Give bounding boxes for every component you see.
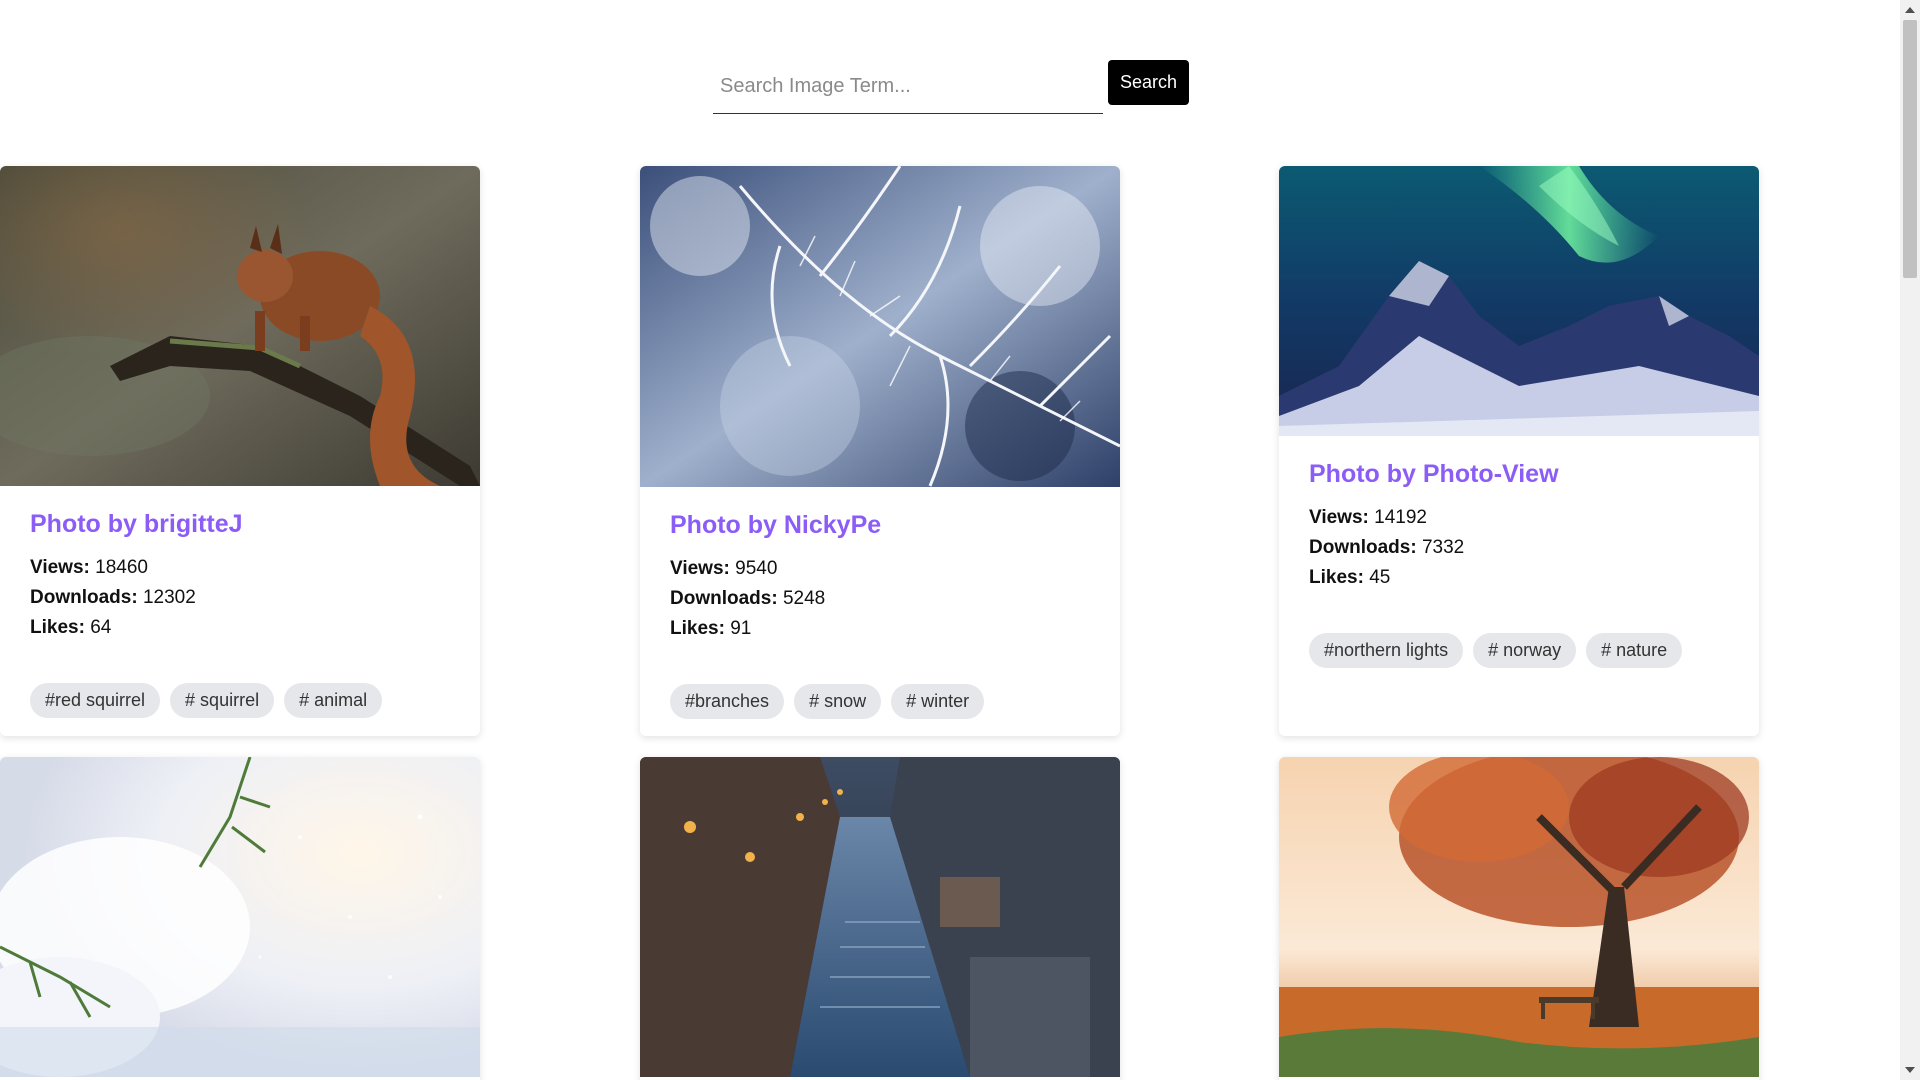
image-card <box>0 757 480 1080</box>
tag[interactable]: #northern lights <box>1309 633 1464 668</box>
photo-title[interactable]: Photo by NickyPe <box>670 511 1090 540</box>
downloads-label: Downloads: <box>30 587 138 608</box>
image-card: Photo by Photo-View Views: 14192 Downloa… <box>1279 166 1759 736</box>
tag-list: #branches # snow # winter <box>670 684 1090 719</box>
downloads-label: Downloads: <box>670 588 778 609</box>
likes-value: 45 <box>1369 567 1391 588</box>
image-card <box>1279 757 1759 1080</box>
card-photo[interactable] <box>640 757 1120 1077</box>
likes-label: Likes: <box>30 617 85 638</box>
likes-label: Likes: <box>1309 567 1364 588</box>
views-value: 9540 <box>735 558 778 579</box>
downloads-value: 7332 <box>1421 537 1465 558</box>
views-label: Views: <box>670 558 730 579</box>
image-card: Photo by brigitteJ Views: 18460 Download… <box>0 166 480 736</box>
scroll-up-arrow-icon[interactable] <box>1900 2 1920 18</box>
photo-title[interactable]: Photo by Photo-View <box>1309 460 1729 489</box>
downloads-stat: Downloads: 5248 <box>670 584 1090 614</box>
rainy-street-photo <box>640 757 1120 1077</box>
image-card: Photo by NickyPe Views: 9540 Downloads: … <box>640 166 1120 736</box>
likes-label: Likes: <box>670 618 725 639</box>
card-photo[interactable] <box>0 166 480 486</box>
views-stat: Views: 9540 <box>670 554 1090 584</box>
tag[interactable]: # animal <box>284 683 383 718</box>
page: Search Image Term... Search Photo by bri… <box>0 0 1920 1080</box>
card-photo[interactable] <box>1279 166 1759 436</box>
search-form: Search <box>713 60 1189 117</box>
views-stat: Views: 18460 <box>30 553 450 583</box>
downloads-value: 12302 <box>142 587 196 608</box>
snowy-branch-photo <box>0 757 480 1077</box>
downloads-label: Downloads: <box>1309 537 1417 558</box>
tag-list: #red squirrel # squirrel # animal <box>30 683 450 718</box>
squirrel-photo <box>0 166 480 486</box>
tag[interactable]: # norway <box>1473 633 1577 668</box>
photo-title[interactable]: Photo by brigitteJ <box>30 510 450 539</box>
card-photo[interactable] <box>1279 757 1759 1077</box>
card-photo[interactable] <box>0 757 480 1077</box>
views-value: 14192 <box>1374 507 1427 528</box>
tag[interactable]: # winter <box>891 684 985 719</box>
tag[interactable]: # squirrel <box>170 683 275 718</box>
autumn-tree-photo <box>1279 757 1759 1077</box>
card-body: Photo by Photo-View Views: 14192 Downloa… <box>1279 436 1759 688</box>
views-value: 18460 <box>95 557 148 578</box>
northern-lights-photo <box>1279 166 1759 436</box>
card-body: Photo by NickyPe Views: 9540 Downloads: … <box>640 487 1120 736</box>
likes-stat: Likes: 91 <box>670 614 1090 644</box>
frosty-branches-photo <box>640 166 1120 487</box>
views-label: Views: <box>30 557 90 578</box>
views-label: Views: <box>1309 507 1369 528</box>
scrollbar-thumb[interactable] <box>1903 20 1917 278</box>
image-card <box>640 757 1120 1080</box>
tag[interactable]: # nature <box>1586 633 1683 668</box>
search-input[interactable] <box>713 60 1103 114</box>
likes-stat: Likes: 45 <box>1309 563 1729 593</box>
tag-list: #northern lights # norway # nature <box>1309 633 1729 668</box>
card-photo[interactable] <box>640 166 1120 487</box>
tag[interactable]: #red squirrel <box>30 683 161 718</box>
likes-value: 64 <box>90 617 112 638</box>
page-scrollbar[interactable] <box>1900 0 1920 1080</box>
tag[interactable]: # snow <box>794 684 882 719</box>
downloads-stat: Downloads: 12302 <box>30 583 450 613</box>
search-button[interactable]: Search <box>1108 60 1189 105</box>
downloads-stat: Downloads: 7332 <box>1309 533 1729 563</box>
card-body: Photo by brigitteJ Views: 18460 Download… <box>0 486 480 736</box>
likes-value: 91 <box>730 618 752 639</box>
likes-stat: Likes: 64 <box>30 613 450 643</box>
views-stat: Views: 14192 <box>1309 503 1729 533</box>
downloads-value: 5248 <box>782 588 826 609</box>
tag[interactable]: #branches <box>670 684 785 719</box>
scroll-down-arrow-icon[interactable] <box>1900 1062 1920 1078</box>
